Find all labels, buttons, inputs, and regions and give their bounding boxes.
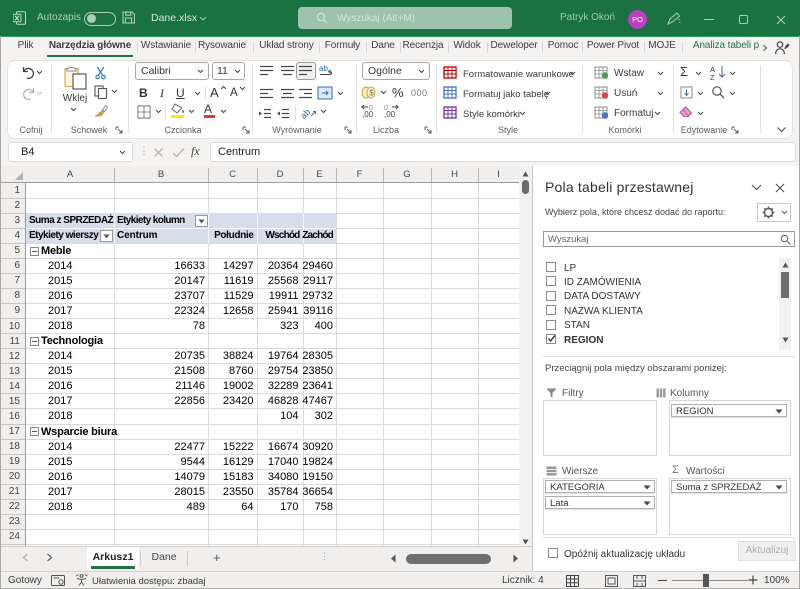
svg-text:Z: Z bbox=[710, 73, 715, 80]
svg-text:0: 0 bbox=[369, 105, 373, 112]
svg-text:ab: ab bbox=[319, 64, 328, 73]
svg-text:ab: ab bbox=[301, 107, 312, 120]
svg-text:0: 0 bbox=[384, 105, 388, 112]
svg-text:$: $ bbox=[369, 89, 374, 98]
